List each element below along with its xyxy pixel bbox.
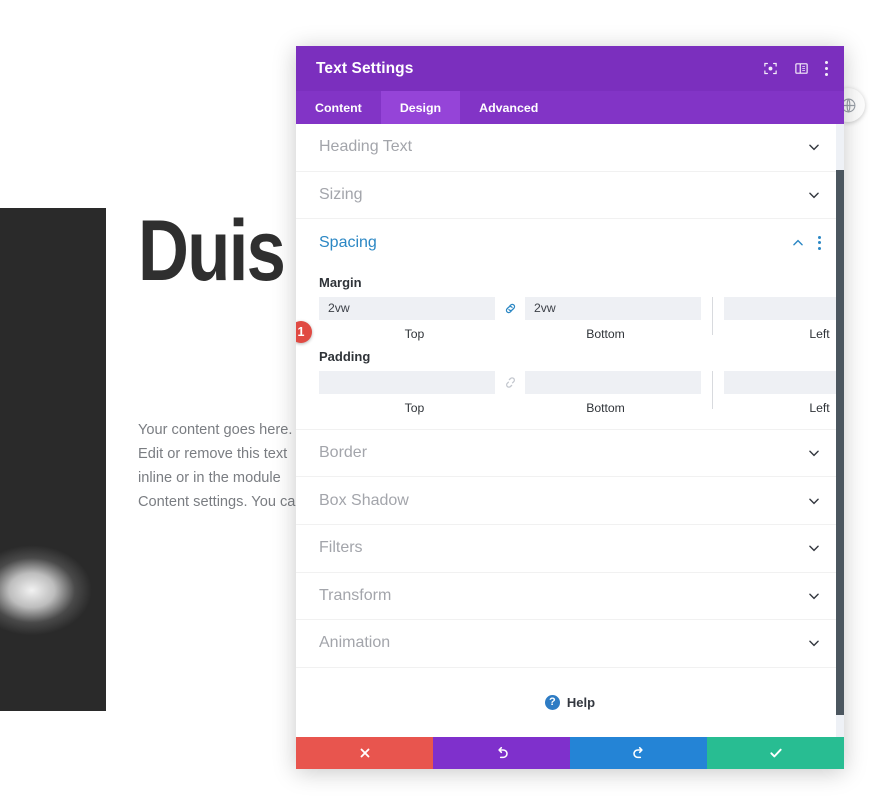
chevron-down-icon (807, 446, 821, 460)
section-label: Border (319, 444, 368, 462)
section-heading-text[interactable]: Heading Text (296, 124, 844, 172)
panel-header-icons (763, 61, 828, 76)
panel-body: Heading Text Sizing Spacing 1 Margin 2vw… (296, 124, 844, 737)
section-spacing-header[interactable]: Spacing (296, 219, 844, 267)
section-spacing: Spacing 1 Margin 2vw 2vw Top Bottom Left… (296, 219, 844, 430)
padding-left-right-pair: Left Right (724, 370, 844, 415)
redo-button[interactable] (570, 737, 707, 769)
margin-top-bottom-pair: Top Bottom (319, 296, 701, 341)
chevron-up-icon[interactable] (791, 236, 805, 250)
panel-header: Text Settings (296, 46, 844, 91)
panel-title: Text Settings (316, 59, 414, 77)
section-label: Transform (319, 586, 392, 604)
text-settings-panel: Text Settings Content Design Advanced He… (296, 46, 844, 769)
settings-scroll-area: Heading Text Sizing Spacing 1 Margin 2vw… (296, 124, 844, 737)
padding-top-bottom-pair: Top Bottom (319, 370, 701, 415)
section-border[interactable]: Border (296, 430, 844, 478)
chevron-down-icon (807, 494, 821, 508)
padding-group: Padding Top Bottom Left (296, 349, 844, 415)
screen: Duis irure Your content goes here. Edit … (0, 0, 880, 812)
section-label: Heading Text (319, 138, 413, 156)
field-divider (712, 296, 713, 335)
margin-label: Margin (319, 274, 362, 290)
background-photo (0, 208, 106, 711)
padding-label: Padding (319, 348, 371, 364)
padding-left-input[interactable] (724, 370, 844, 394)
padding-bottom-input[interactable] (525, 370, 701, 394)
panel-layout-icon[interactable] (794, 61, 809, 76)
section-filters[interactable]: Filters (296, 525, 844, 573)
chevron-down-icon (807, 188, 821, 202)
save-button[interactable] (707, 737, 844, 769)
broken-chain-icon[interactable] (495, 375, 525, 390)
panel-scrollbar-track[interactable] (836, 124, 844, 737)
section-label: Box Shadow (319, 491, 409, 509)
section-label: Animation (319, 634, 391, 652)
margin-bottom-input[interactable] (525, 296, 701, 320)
section-animation[interactable]: Animation (296, 620, 844, 668)
section-sizing[interactable]: Sizing (296, 172, 844, 220)
chevron-down-icon (807, 636, 821, 650)
margin-top-label: Top (404, 326, 425, 341)
margin-group: 1 Margin 2vw 2vw Top Bottom Left (296, 274, 844, 343)
tab-content[interactable]: Content (296, 91, 381, 124)
undo-arrow-icon (497, 746, 508, 759)
focus-target-icon[interactable] (763, 61, 778, 76)
check-mark-icon (769, 748, 782, 758)
margin-left-right-pair: Left Right (724, 296, 844, 341)
tab-advanced[interactable]: Advanced (460, 91, 557, 124)
help-link[interactable]: ? Help (296, 668, 844, 734)
chevron-down-icon (807, 541, 821, 555)
undo-button[interactable] (433, 737, 570, 769)
chevron-down-icon (807, 589, 821, 603)
margin-left-label: Left (809, 326, 830, 341)
cancel-button[interactable] (296, 737, 433, 769)
field-divider (712, 370, 713, 409)
help-label: Help (566, 694, 596, 710)
section-box-shadow[interactable]: Box Shadow (296, 477, 844, 525)
padding-left-label: Left (809, 400, 830, 415)
panel-tabs: Content Design Advanced (296, 91, 844, 124)
section-label: Sizing (319, 185, 363, 203)
more-options-icon[interactable] (825, 61, 828, 76)
close-x-icon (360, 748, 369, 758)
section-label: Spacing (319, 233, 377, 251)
margin-top-input[interactable] (319, 296, 495, 320)
tab-design[interactable]: Design (380, 91, 461, 124)
section-transform[interactable]: Transform (296, 573, 844, 621)
chevron-down-icon (807, 140, 821, 154)
panel-footer (296, 737, 844, 769)
padding-top-input[interactable] (319, 370, 495, 394)
step-badge-1: 1 (296, 320, 312, 343)
margin-bottom-label: Bottom (586, 326, 625, 341)
question-mark-icon: ? (544, 694, 560, 710)
section-options-icon[interactable] (818, 235, 821, 250)
link-chain-icon[interactable] (495, 301, 525, 316)
page-body-text: Your content goes here. Edit or remove t… (138, 422, 304, 510)
redo-arrow-icon (632, 746, 643, 759)
section-label: Filters (319, 539, 363, 557)
margin-left-input[interactable] (724, 296, 844, 320)
padding-bottom-label: Bottom (586, 400, 625, 415)
panel-scrollbar-thumb[interactable] (836, 170, 844, 715)
padding-top-label: Top (404, 400, 425, 415)
